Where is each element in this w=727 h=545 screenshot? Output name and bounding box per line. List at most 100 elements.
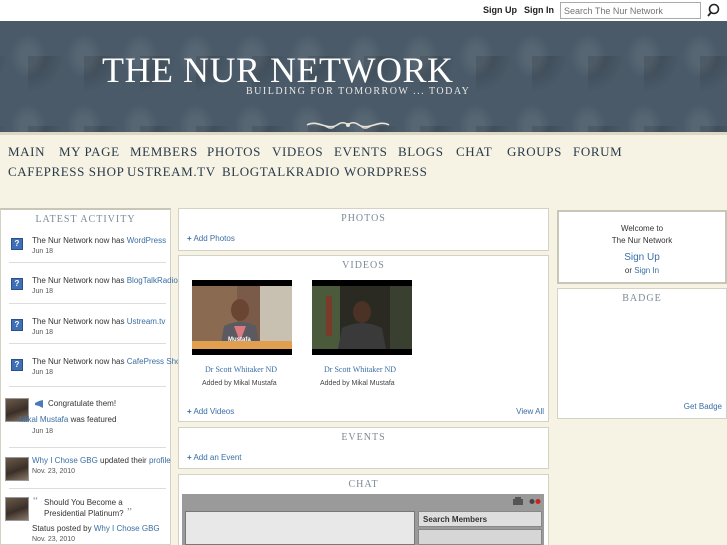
megaphone-icon xyxy=(35,400,43,408)
chat-messages-pane[interactable] xyxy=(185,511,415,545)
divider xyxy=(9,488,166,489)
ornament-icon xyxy=(306,121,390,129)
plus-icon: + xyxy=(187,234,192,243)
sign-up-link[interactable]: Sign Up xyxy=(483,5,517,15)
welcome-sign-in-line: or Sign In xyxy=(624,266,660,275)
video-title-link[interactable]: Dr Scott Whitaker ND xyxy=(324,365,396,374)
profile-link[interactable]: profile xyxy=(149,456,171,465)
activity-date: Jun 18 xyxy=(32,288,54,295)
activity-text: Why I Chose GBG updated their profile xyxy=(32,456,171,465)
events-title: EVENTS xyxy=(341,432,386,443)
nav-item-main[interactable]: MAIN xyxy=(8,144,45,160)
chat-settings-icon[interactable] xyxy=(512,497,524,506)
video-added-by: Added by Mikal Mustafa xyxy=(320,380,395,387)
divider xyxy=(9,447,166,448)
activity-link[interactable]: BlogTalkRadio xyxy=(127,276,178,285)
chat-status-icon[interactable] xyxy=(529,497,541,506)
nav-item-chat[interactable]: CHAT xyxy=(456,144,492,160)
activity-link[interactable]: CafePress Shop xyxy=(127,357,185,366)
add-videos-link[interactable]: + Add Videos xyxy=(187,407,234,416)
nav-item-ustream[interactable]: USTREAM.TV xyxy=(127,164,216,180)
divider xyxy=(9,386,166,387)
divider xyxy=(9,262,166,263)
sign-in-link[interactable]: Sign In xyxy=(524,5,554,15)
welcome-sign-up-link[interactable]: Sign Up xyxy=(559,252,725,263)
app-icon: ? xyxy=(11,238,23,250)
user-link[interactable]: Mikal Mustafa xyxy=(19,415,68,424)
welcome-line-2: The Nur Network xyxy=(611,236,673,245)
activity-text: The Nur Network now has Ustream.tv xyxy=(32,317,166,326)
search-icon[interactable] xyxy=(705,2,723,19)
video-overlay-text: Mustafa xyxy=(228,337,251,343)
activity-date: Jun 18 xyxy=(32,248,54,255)
site-title[interactable]: THE NUR NETWORK xyxy=(102,49,453,91)
activity-text: Status posted by Why I Chose GBG xyxy=(32,524,160,533)
video-thumbnail[interactable]: Mustafa xyxy=(192,280,292,355)
activity-date: Jun 18 xyxy=(32,369,54,376)
video-scene xyxy=(312,286,412,349)
badge-title: BADGE xyxy=(622,293,662,304)
welcome-sign-in-link[interactable]: Sign In xyxy=(634,266,659,275)
nav-item-members[interactable]: MEMBERS xyxy=(130,144,198,160)
photos-title: PHOTOS xyxy=(341,213,386,224)
activity-date: Jun 18 xyxy=(32,428,54,435)
badge-box: BADGE Get Badge xyxy=(557,288,727,419)
get-badge-link[interactable]: Get Badge xyxy=(684,402,722,411)
user-link[interactable]: Why I Chose GBG xyxy=(32,456,98,465)
activity-text: The Nur Network now has WordPress xyxy=(32,236,167,245)
nav-item-wordpress[interactable]: WORDPRESS xyxy=(344,164,427,180)
activity-date: Jun 18 xyxy=(32,329,54,336)
activity-link[interactable]: Ustream.tv xyxy=(127,317,166,326)
latest-activity-title: LATEST ACTIVITY xyxy=(35,214,136,225)
top-bar: Sign Up Sign In xyxy=(0,0,727,21)
welcome-box: Welcome to The Nur Network Sign Up or Si… xyxy=(557,210,727,284)
avatar[interactable] xyxy=(5,457,29,481)
activity-link[interactable]: WordPress xyxy=(127,236,166,245)
activity-text: The Nur Network now has CafePress Shop xyxy=(32,357,185,366)
videos-title: VIDEOS xyxy=(342,260,385,271)
divider xyxy=(9,343,166,344)
nav-item-cafepress-shop[interactable]: CAFEPRESS SHOP xyxy=(8,164,124,180)
videos-box: VIDEOS Mustafa Dr Scott Whitaker ND Adde… xyxy=(178,255,549,422)
video-added-by: Added by Mikal Mustafa xyxy=(202,380,277,387)
user-link[interactable]: Why I Chose GBG xyxy=(94,524,160,533)
app-icon: ? xyxy=(11,319,23,331)
welcome-line-1: Welcome to xyxy=(620,224,664,233)
activity-text: Mikal Mustafa was featured xyxy=(19,415,117,424)
quote-open-icon: “ xyxy=(33,495,38,507)
events-box: EVENTS + Add an Event xyxy=(178,427,549,469)
photos-box: PHOTOS + Add Photos xyxy=(178,208,549,251)
app-icon: ? xyxy=(11,359,23,371)
nav-item-blogtalkradio[interactable]: BLOGTALKRADIO xyxy=(222,164,340,180)
chat-widget[interactable]: Search Members xyxy=(182,494,544,545)
members-list[interactable] xyxy=(418,529,542,545)
nav-item-groups[interactable]: GROUPS xyxy=(507,144,562,160)
site-header: THE NUR NETWORK BUILDING FOR TOMORROW ..… xyxy=(0,21,727,132)
header-divider xyxy=(0,132,727,135)
nav-item-forum[interactable]: FORUM xyxy=(573,144,622,160)
nav-item-my-page[interactable]: MY PAGE xyxy=(59,144,120,160)
featured-headline: Congratulate them! xyxy=(48,399,117,408)
search-members-header[interactable]: Search Members xyxy=(418,511,542,527)
add-event-link[interactable]: + Add an Event xyxy=(187,453,242,462)
video-thumbnail[interactable] xyxy=(312,280,412,355)
divider xyxy=(9,303,166,304)
chat-title: CHAT xyxy=(348,479,379,490)
latest-activity-box: LATEST ACTIVITY ? The Nur Network now ha… xyxy=(0,208,185,545)
status-quote: Should You Become a Presidential Platinu… xyxy=(44,498,124,518)
nav-item-photos[interactable]: PHOTOS xyxy=(207,144,261,160)
avatar[interactable] xyxy=(5,497,29,521)
plus-icon: + xyxy=(187,453,192,462)
activity-date: Nov. 23, 2010 xyxy=(32,536,76,543)
activity-text: The Nur Network now has BlogTalkRadio xyxy=(32,276,178,285)
site-tagline: BUILDING FOR TOMORROW ... TODAY xyxy=(246,86,471,97)
nav-item-videos[interactable]: VIDEOS xyxy=(272,144,323,160)
video-title-link[interactable]: Dr Scott Whitaker ND xyxy=(205,365,277,374)
activity-date: Nov. 23, 2010 xyxy=(32,468,76,475)
app-icon: ? xyxy=(11,278,23,290)
nav-item-events[interactable]: EVENTS xyxy=(334,144,387,160)
search-input[interactable] xyxy=(560,2,701,19)
view-all-videos-link[interactable]: View All xyxy=(516,407,544,416)
nav-item-blogs[interactable]: BLOGS xyxy=(398,144,444,160)
add-photos-link[interactable]: + Add Photos xyxy=(187,234,235,243)
